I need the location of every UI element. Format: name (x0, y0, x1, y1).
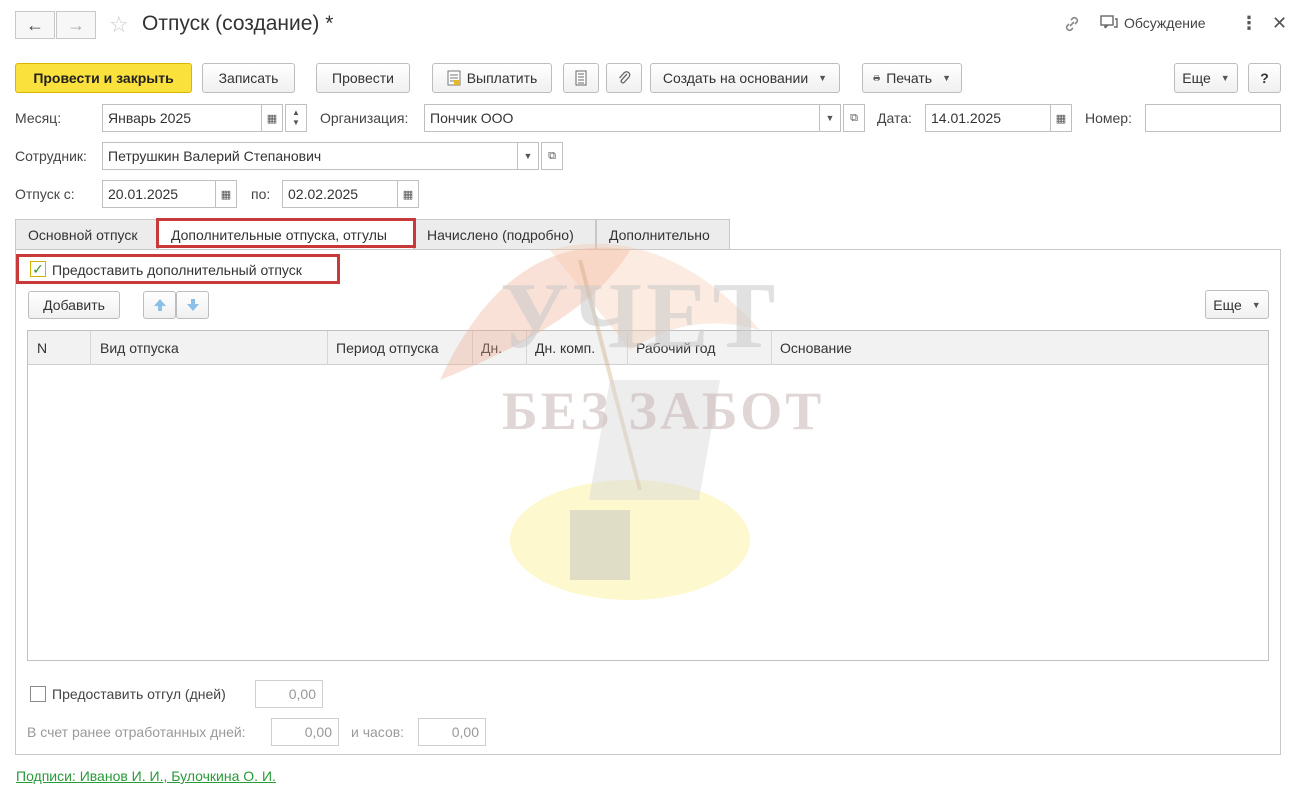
discussion-button[interactable]: Обсуждение (1100, 15, 1206, 31)
tab-main-vacation[interactable]: Основной отпуск (15, 219, 158, 249)
pay-label: Выплатить (466, 70, 538, 86)
more-button[interactable]: Еще ▼ (1174, 63, 1238, 93)
more-label: Еще (1182, 70, 1211, 86)
employee-label: Сотрудник: (15, 148, 87, 164)
printer-icon (873, 75, 880, 81)
tab-additional-vacations[interactable]: Дополнительные отпуска, отгулы (158, 219, 414, 250)
discussion-label: Обсуждение (1124, 15, 1206, 31)
number-field[interactable] (1145, 104, 1281, 132)
create-based-on-button[interactable]: Создать на основании ▼ (650, 63, 840, 93)
checkmark-icon: ✓ (32, 260, 44, 277)
post-and-close-button[interactable]: Провести и закрыть (15, 63, 192, 93)
organization-open-button[interactable]: ⧉ (843, 104, 865, 132)
open-window-icon: ⧉ (850, 111, 858, 124)
pay-button[interactable]: Выплатить (432, 63, 552, 93)
signatures-link[interactable]: Подписи: Иванов И. И., Булочкина О. И. (16, 768, 276, 784)
hours-label: и часов: (351, 724, 405, 740)
attach-button[interactable] (606, 63, 642, 93)
caret-down-icon: ▼ (1251, 299, 1261, 310)
page-title: Отпуск (создание) * (142, 12, 334, 35)
table-more-button[interactable]: Еще ▼ (1205, 290, 1269, 319)
caret-down-icon: ▼ (942, 73, 951, 83)
column-header-vacation-type[interactable]: Вид отпуска (92, 331, 328, 365)
vacation-from-label: Отпуск с: (15, 186, 75, 202)
caret-down-icon: ▼ (818, 73, 828, 83)
vacation-from-field[interactable]: 20.01.2025 (102, 180, 216, 208)
organization-field[interactable]: Пончик ООО (424, 104, 820, 132)
document-icon (447, 70, 461, 86)
hours-field[interactable]: 0,00 (418, 718, 486, 746)
number-label: Номер: (1085, 110, 1132, 126)
add-button[interactable]: Добавить (28, 291, 120, 319)
vacation-from-calendar-button[interactable]: ▦ (215, 180, 237, 208)
grant-additional-checkbox[interactable]: ✓ (30, 261, 46, 277)
print-label: Печать (886, 70, 933, 86)
back-button[interactable]: ← (15, 11, 55, 39)
arrow-up-icon (153, 299, 166, 311)
month-calendar-button[interactable]: ▦ (261, 104, 283, 132)
date-calendar-button[interactable]: ▦ (1050, 104, 1072, 132)
star-icon[interactable]: ☆ (109, 12, 129, 38)
column-header-work-year[interactable]: Рабочий год (628, 331, 772, 365)
caret-down-icon: ▼ (825, 113, 835, 123)
time-off-days-field[interactable]: 0,00 (255, 680, 323, 708)
move-down-button[interactable] (176, 291, 209, 319)
arrow-down-icon (186, 299, 199, 311)
save-button[interactable]: Записать (202, 63, 295, 93)
column-header-basis[interactable]: Основание (772, 331, 1268, 365)
help-button[interactable]: ? (1248, 63, 1281, 93)
list-report-icon (575, 70, 587, 86)
paperclip-icon (619, 71, 631, 84)
more-vertical-icon[interactable]: ⋮ (1240, 13, 1258, 34)
date-field[interactable]: 14.01.2025 (925, 104, 1051, 132)
worked-days-label: В счет ранее отработанных дней: (27, 724, 246, 740)
vacation-to-label: по: (251, 186, 271, 202)
vacation-to-field[interactable]: 02.02.2025 (282, 180, 398, 208)
table-body[interactable] (28, 366, 1268, 660)
employee-field[interactable]: Петрушкин Валерий Степанович (102, 142, 518, 170)
column-header-period[interactable]: Период отпуска (328, 331, 473, 365)
time-off-label: Предоставить отгул (дней) (52, 686, 226, 702)
create-based-on-label: Создать на основании (662, 70, 809, 86)
close-icon[interactable]: ✕ (1272, 13, 1287, 34)
column-header-n[interactable]: N (29, 331, 91, 365)
stepper-up-icon: ▲ (292, 108, 300, 117)
report-button[interactable] (563, 63, 599, 93)
grant-additional-label: Предоставить дополнительный отпуск (52, 262, 302, 278)
month-field[interactable]: Январь 2025 (102, 104, 262, 132)
tab-additional[interactable]: Дополнительно (596, 219, 730, 249)
worked-days-field[interactable]: 0,00 (271, 718, 339, 746)
organization-label: Организация: (320, 110, 409, 126)
month-stepper[interactable]: ▲ ▼ (285, 104, 307, 132)
caret-down-icon: ▼ (523, 151, 533, 161)
post-button[interactable]: Провести (316, 63, 410, 93)
calendar-icon: ▦ (266, 112, 278, 125)
tab-accrued-detailed[interactable]: Начислено (подробно) (414, 219, 596, 249)
forward-button[interactable]: → (56, 11, 96, 39)
month-label: Месяц: (15, 110, 62, 126)
open-window-icon: ⧉ (548, 149, 556, 162)
chat-icon (1100, 15, 1118, 29)
calendar-icon: ▦ (402, 188, 414, 201)
arrow-left-icon: ← (26, 14, 44, 35)
link-icon[interactable] (1062, 14, 1082, 34)
caret-down-icon: ▼ (1220, 73, 1230, 83)
employee-open-button[interactable]: ⧉ (541, 142, 563, 170)
calendar-icon: ▦ (220, 188, 232, 201)
stepper-down-icon: ▼ (292, 118, 300, 127)
arrow-right-icon: → (67, 14, 85, 35)
column-header-comp-days[interactable]: Дн. комп. (527, 331, 628, 365)
time-off-checkbox[interactable] (30, 686, 46, 702)
move-up-button[interactable] (143, 291, 176, 319)
organization-dropdown-button[interactable]: ▼ (819, 104, 841, 132)
date-label: Дата: (877, 110, 912, 126)
print-button[interactable]: Печать ▼ (862, 63, 962, 93)
column-header-days[interactable]: Дн. (473, 331, 527, 365)
calendar-icon: ▦ (1055, 112, 1067, 125)
table-more-label: Еще (1213, 296, 1242, 313)
vacation-to-calendar-button[interactable]: ▦ (397, 180, 419, 208)
employee-dropdown-button[interactable]: ▼ (517, 142, 539, 170)
